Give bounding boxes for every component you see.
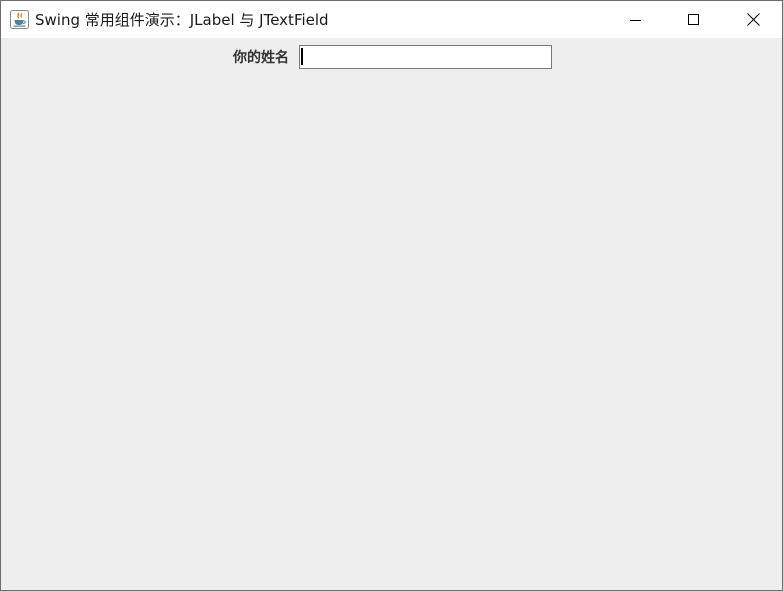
maximize-icon <box>688 13 699 25</box>
minimize-button[interactable] <box>607 1 665 38</box>
java-coffee-icon[interactable] <box>10 10 29 29</box>
content-pane: 你的姓名 <box>1 38 782 590</box>
close-icon <box>746 13 760 26</box>
maximize-button[interactable] <box>665 1 723 38</box>
app-window: Swing 常用组件演示：JLabel 与 JTextField 你的姓名 <box>0 0 783 591</box>
minimize-icon <box>630 19 641 21</box>
title-bar[interactable]: Swing 常用组件演示：JLabel 与 JTextField <box>1 1 782 38</box>
window-title: Swing 常用组件演示：JLabel 与 JTextField <box>35 11 329 29</box>
name-text-field[interactable] <box>299 45 552 69</box>
name-label: 你的姓名 <box>233 50 289 66</box>
close-button[interactable] <box>724 1 782 38</box>
text-caret <box>301 48 303 65</box>
